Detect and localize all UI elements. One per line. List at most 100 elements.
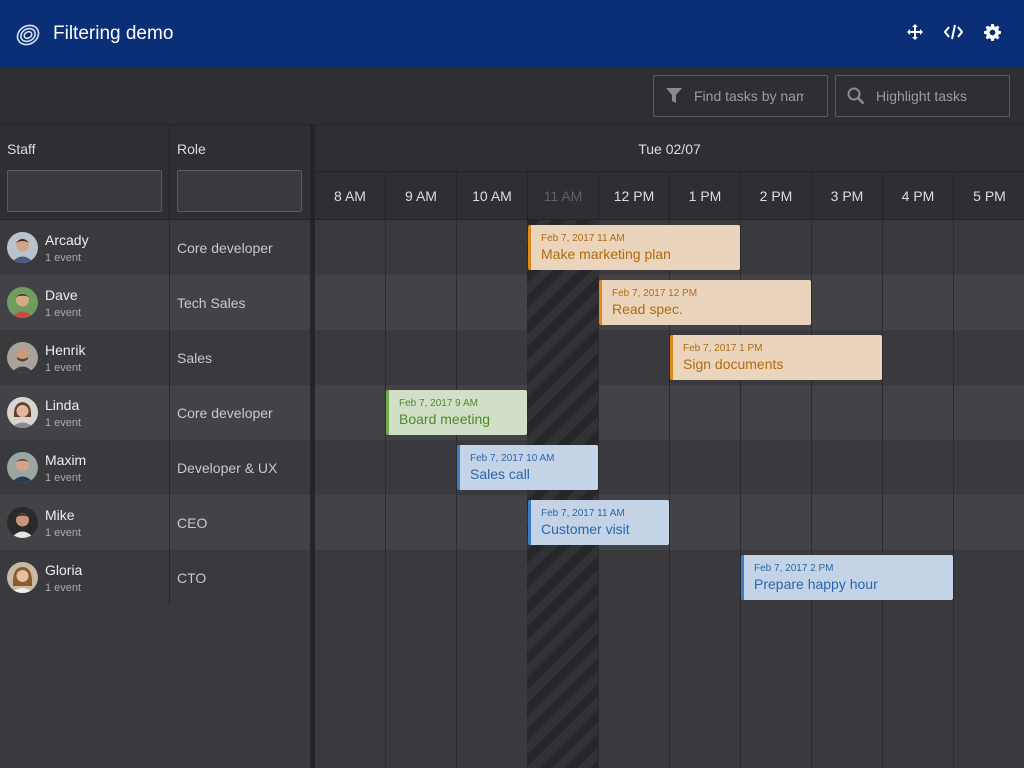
- hour-label: 1 PM: [670, 172, 741, 219]
- hour-label: 8 AM: [315, 172, 386, 219]
- hour-label: 12 PM: [599, 172, 670, 219]
- column-header-staff[interactable]: Staff: [0, 125, 170, 220]
- staff-cell: Arcady 1 event: [0, 220, 170, 275]
- event-date: Feb 7, 2017 10 AM: [470, 453, 555, 464]
- event-count: 1 event: [45, 362, 82, 374]
- hour-label: 10 AM: [457, 172, 528, 219]
- resource-role: Developer & UX: [177, 460, 278, 476]
- event-bar[interactable]: Feb 7, 2017 11 AM Make marketing plan: [528, 225, 740, 270]
- hour-label: 2 PM: [741, 172, 812, 219]
- resource-role: CEO: [177, 515, 208, 531]
- gear-icon[interactable]: [983, 22, 1002, 42]
- avatar: [7, 232, 38, 263]
- resource-grid: Staff Role Arcady 1 event Core developer…: [0, 125, 310, 768]
- avatar: [7, 452, 38, 483]
- staff-cell: Henrik 1 event: [0, 330, 170, 385]
- event-date: Feb 7, 2017 12 PM: [612, 288, 698, 299]
- resource-row[interactable]: Dave 1 event Tech Sales: [0, 275, 310, 330]
- filter-field[interactable]: [653, 75, 828, 117]
- event-count: 1 event: [45, 417, 82, 429]
- event-name: Prepare happy hour: [754, 576, 878, 592]
- event-name: Customer visit: [541, 521, 630, 537]
- staff-filter-input[interactable]: [7, 170, 162, 212]
- event-date: Feb 7, 2017 1 PM: [683, 343, 763, 354]
- timeline-header: Tue 02/07 8 AM 9 AM 10 AM 11 AM 12 PM 1 …: [315, 125, 1024, 220]
- hour-label: 4 PM: [883, 172, 954, 219]
- hour-label: 5 PM: [973, 188, 1006, 204]
- resource-row[interactable]: Gloria 1 event CTO: [0, 550, 310, 605]
- filter-icon: [654, 76, 694, 116]
- hour-label: 11 AM: [528, 172, 599, 219]
- event-count: 1 event: [45, 582, 82, 594]
- event-bar[interactable]: Feb 7, 2017 2 PM Prepare happy hour: [741, 555, 953, 600]
- event-bar[interactable]: Feb 7, 2017 10 AM Sales call: [457, 445, 598, 490]
- event-date: Feb 7, 2017 11 AM: [541, 233, 625, 244]
- column-label-staff: Staff: [7, 141, 36, 157]
- event-bar[interactable]: Feb 7, 2017 12 PM Read spec.: [599, 280, 811, 325]
- event-date: Feb 7, 2017 9 AM: [399, 398, 478, 409]
- resource-role: Core developer: [177, 405, 273, 421]
- event-count: 1 event: [45, 307, 82, 319]
- event-bar[interactable]: Feb 7, 2017 11 AM Customer visit: [528, 500, 669, 545]
- column-line: [385, 220, 386, 768]
- event-count: 1 event: [45, 472, 82, 484]
- resource-name: Maxim: [45, 452, 87, 468]
- avatar: [7, 507, 38, 538]
- column-line: [882, 220, 883, 768]
- resource-role: Core developer: [177, 240, 273, 256]
- day-label: Tue 02/07: [315, 125, 1024, 172]
- event-count: 1 event: [45, 252, 82, 264]
- resource-name: Gloria: [45, 562, 83, 578]
- event-date: Feb 7, 2017 2 PM: [754, 563, 834, 574]
- logo-icon: [16, 24, 40, 45]
- staff-cell: Linda 1 event: [0, 385, 170, 440]
- resource-role: Sales: [177, 350, 213, 366]
- resource-role: CTO: [177, 570, 207, 586]
- resource-name: Henrik: [45, 342, 86, 358]
- column-header-role[interactable]: Role: [170, 125, 310, 220]
- role-filter-input[interactable]: [177, 170, 302, 212]
- app-title: Filtering demo: [53, 22, 174, 44]
- resource-name: Linda: [45, 397, 80, 413]
- event-name: Read spec.: [612, 301, 683, 317]
- move-icon[interactable]: [905, 22, 924, 42]
- highlight-input[interactable]: [876, 88, 986, 104]
- resource-name: Mike: [45, 507, 75, 523]
- highlight-field[interactable]: [835, 75, 1010, 117]
- resource-row[interactable]: Arcady 1 event Core developer: [0, 220, 310, 275]
- staff-cell: Maxim 1 event: [0, 440, 170, 495]
- resource-row[interactable]: Mike 1 event CEO: [0, 495, 310, 550]
- column-label-role: Role: [177, 141, 206, 157]
- grid-header: Staff Role: [0, 125, 310, 220]
- resource-name: Dave: [45, 287, 78, 303]
- event-date: Feb 7, 2017 11 AM: [541, 508, 625, 519]
- event-name: Make marketing plan: [541, 246, 671, 262]
- event-bar[interactable]: Feb 7, 2017 9 AM Board meeting: [386, 390, 527, 435]
- staff-cell: Gloria 1 event: [0, 550, 170, 605]
- code-icon[interactable]: [944, 22, 963, 42]
- avatar: [7, 397, 38, 428]
- resource-row[interactable]: Linda 1 event Core developer: [0, 385, 310, 440]
- avatar: [7, 342, 38, 373]
- resource-row[interactable]: Henrik 1 event Sales: [0, 330, 310, 385]
- avatar: [7, 562, 38, 593]
- event-name: Sign documents: [683, 356, 784, 372]
- filter-input[interactable]: [694, 88, 804, 104]
- event-name: Sales call: [470, 466, 530, 482]
- event-name: Board meeting: [399, 411, 491, 427]
- app-header: Filtering demo: [0, 0, 1024, 67]
- staff-cell: Mike 1 event: [0, 495, 170, 550]
- resource-name: Arcady: [45, 232, 89, 248]
- hour-label: 3 PM: [812, 172, 883, 219]
- header-tools: [905, 22, 1002, 42]
- search-icon: [836, 76, 876, 116]
- staff-cell: Dave 1 event: [0, 275, 170, 330]
- event-count: 1 event: [45, 527, 82, 539]
- toolbar: [0, 67, 1024, 125]
- resource-row[interactable]: Maxim 1 event Developer & UX: [0, 440, 310, 495]
- avatar: [7, 287, 38, 318]
- resource-role: Tech Sales: [177, 295, 246, 311]
- column-line: [953, 220, 954, 768]
- column-line: [811, 220, 812, 768]
- event-bar[interactable]: Feb 7, 2017 1 PM Sign documents: [670, 335, 882, 380]
